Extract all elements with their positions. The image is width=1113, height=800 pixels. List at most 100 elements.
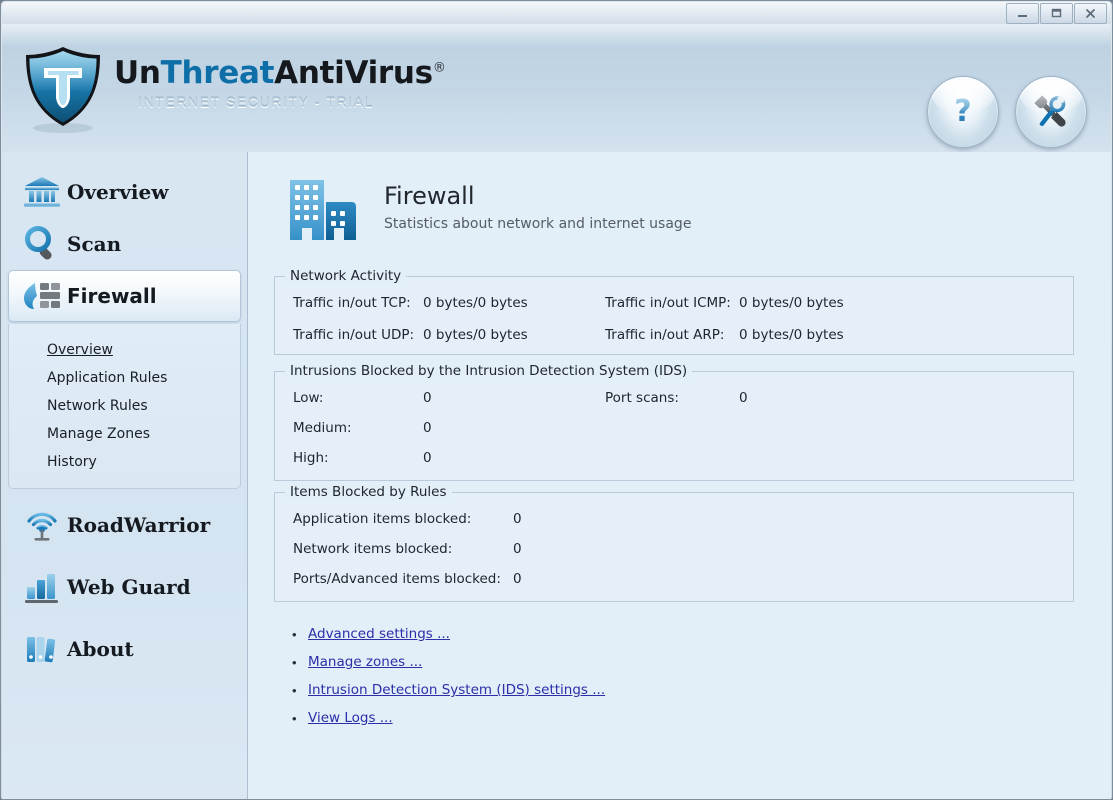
metric-label: Port scans: — [605, 390, 679, 406]
quick-links: • Advanced settings ... • Manage zones .… — [292, 620, 605, 732]
metric-cell: Ports/Advanced items blocked: 0 — [275, 571, 522, 587]
bullet-icon: • — [292, 682, 297, 698]
metric-value: 0 — [423, 390, 432, 406]
sidebar-item-web-guard[interactable]: Web Guard — [8, 561, 241, 613]
intrusions-rows: Low: 0 Port scans: 0 Medium: 0 High: 0 — [275, 372, 1073, 482]
application-window: UnThreatAntiVirus® INTERNET SECURITY - T… — [0, 0, 1113, 800]
metric-cell: Application items blocked: 0 — [275, 511, 522, 527]
metric-value: 0 bytes/0 bytes — [423, 295, 528, 311]
metric-label: Application items blocked: — [293, 511, 472, 527]
page-header: Firewall Statistics about network and in… — [284, 174, 691, 246]
list-item: • Manage zones ... — [292, 648, 605, 676]
close-button[interactable] — [1074, 3, 1107, 24]
metric-label: High: — [293, 450, 329, 466]
metric-label: Traffic in/out ARP: — [605, 327, 725, 343]
shield-logo-icon — [26, 47, 100, 133]
metric-value: 0 — [513, 541, 522, 557]
table-row: Medium: 0 — [275, 416, 1073, 440]
items-blocked-legend: Items Blocked by Rules — [285, 484, 452, 500]
table-row: Traffic in/out TCP: 0 bytes/0 bytes Traf… — [275, 291, 1073, 315]
sidebar-item-scan[interactable]: Scan — [8, 218, 241, 270]
bullet-icon: • — [292, 626, 297, 642]
metric-cell: Network items blocked: 0 — [275, 541, 522, 557]
link-manage-zones[interactable]: Manage zones ... — [308, 654, 422, 670]
bar-chart-icon — [21, 570, 63, 604]
content-panel: Firewall Statistics about network and in… — [248, 152, 1111, 799]
window-controls — [1005, 3, 1107, 24]
metric-label: Network items blocked: — [293, 541, 453, 557]
metric-cell: Traffic in/out ARP: 0 bytes/0 bytes — [605, 327, 844, 343]
page-header-text: Firewall Statistics about network and in… — [384, 174, 691, 232]
sidebar-item-label: Web Guard — [67, 575, 191, 599]
metric-label: Traffic in/out UDP: — [293, 327, 415, 343]
tools-icon — [1034, 94, 1066, 127]
submenu-item-overview[interactable]: Overview — [9, 336, 240, 364]
table-row: Ports/Advanced items blocked: 0 — [275, 567, 1073, 591]
table-row: Network items blocked: 0 — [275, 537, 1073, 561]
bank-icon — [21, 175, 63, 209]
metric-cell: Low: 0 — [275, 390, 605, 406]
intrusions-group: Intrusions Blocked by the Intrusion Dete… — [274, 363, 1074, 482]
metric-value: 0 — [739, 390, 748, 406]
metric-label: Traffic in/out TCP: — [293, 295, 411, 311]
brand-part-virus: Virus — [344, 55, 433, 91]
wireless-icon — [21, 506, 63, 544]
link-view-logs[interactable]: View Logs ... — [308, 710, 393, 726]
brand-subtitle: INTERNET SECURITY - TRIAL — [138, 94, 375, 110]
sidebar-item-label: Scan — [67, 232, 122, 256]
link-advanced-settings[interactable]: Advanced settings ... — [308, 626, 450, 642]
metric-label: Low: — [293, 390, 324, 406]
bullet-icon: • — [292, 710, 297, 726]
submenu-item-network-rules[interactable]: Network Rules — [9, 392, 240, 420]
metric-value: 0 — [513, 571, 522, 587]
tools-button[interactable] — [1015, 76, 1087, 148]
app-header: UnThreatAntiVirus® INTERNET SECURITY - T… — [2, 24, 1111, 152]
firewall-submenu: Overview Application Rules Network Rules… — [8, 324, 241, 489]
maximize-button[interactable] — [1040, 3, 1073, 24]
sidebar-item-firewall[interactable]: Firewall — [8, 270, 241, 322]
question-mark-icon: ? — [954, 94, 971, 129]
magnifier-icon — [21, 225, 63, 263]
sidebar-item-overview[interactable]: Overview — [8, 166, 241, 218]
metric-cell: Medium: 0 — [275, 420, 605, 436]
sidebar: Overview Scan Firewall Overview Applicat… — [2, 152, 247, 799]
minimize-button[interactable] — [1006, 3, 1039, 24]
items-blocked-group: Items Blocked by Rules Application items… — [274, 484, 1074, 602]
firewall-icon — [21, 280, 63, 312]
metric-label: Traffic in/out ICMP: — [605, 295, 731, 311]
sidebar-item-roadwarrior[interactable]: RoadWarrior — [8, 499, 241, 551]
brand-part-threat: Threat — [160, 55, 275, 91]
metric-cell: High: 0 — [275, 450, 605, 466]
brand-part-un: Un — [114, 55, 161, 91]
metric-cell: Traffic in/out ICMP: 0 bytes/0 bytes — [605, 295, 844, 311]
sidebar-item-about[interactable]: About — [8, 623, 241, 675]
sidebar-item-label: RoadWarrior — [67, 513, 211, 537]
table-row: Traffic in/out UDP: 0 bytes/0 bytes Traf… — [275, 323, 1073, 347]
network-activity-rows: Traffic in/out TCP: 0 bytes/0 bytes Traf… — [275, 277, 1073, 359]
brand-part-anti: Anti — [274, 55, 345, 91]
table-row: Low: 0 Port scans: 0 — [275, 386, 1073, 410]
intrusions-legend: Intrusions Blocked by the Intrusion Dete… — [285, 363, 693, 379]
buildings-icon — [290, 180, 356, 240]
books-icon — [21, 632, 63, 666]
list-item: • Intrusion Detection System (IDS) setti… — [292, 676, 605, 704]
network-activity-group: Network Activity Traffic in/out TCP: 0 b… — [274, 268, 1074, 355]
app-body: Overview Scan Firewall Overview Applicat… — [2, 152, 1111, 799]
metric-cell: Traffic in/out UDP: 0 bytes/0 bytes — [275, 327, 605, 343]
metric-label: Medium: — [293, 420, 352, 436]
metric-value: 0 — [513, 511, 522, 527]
sidebar-nav: Overview Scan Firewall Overview Applicat… — [2, 166, 247, 675]
submenu-item-manage-zones[interactable]: Manage Zones — [9, 420, 240, 448]
page-subtitle: Statistics about network and internet us… — [384, 216, 692, 232]
help-button[interactable]: ? — [927, 76, 999, 148]
metric-label: Ports/Advanced items blocked: — [293, 571, 501, 587]
metric-value: 0 bytes/0 bytes — [739, 295, 844, 311]
bullet-icon: • — [292, 654, 297, 670]
metric-cell: Port scans: 0 — [605, 390, 748, 406]
link-ids-settings[interactable]: Intrusion Detection System (IDS) setting… — [308, 682, 605, 698]
submenu-item-application-rules[interactable]: Application Rules — [9, 364, 240, 392]
table-row: High: 0 — [275, 446, 1073, 470]
brand-title: UnThreatAntiVirus® — [114, 58, 446, 89]
network-activity-legend: Network Activity — [285, 268, 407, 284]
submenu-item-history[interactable]: History — [9, 448, 240, 476]
